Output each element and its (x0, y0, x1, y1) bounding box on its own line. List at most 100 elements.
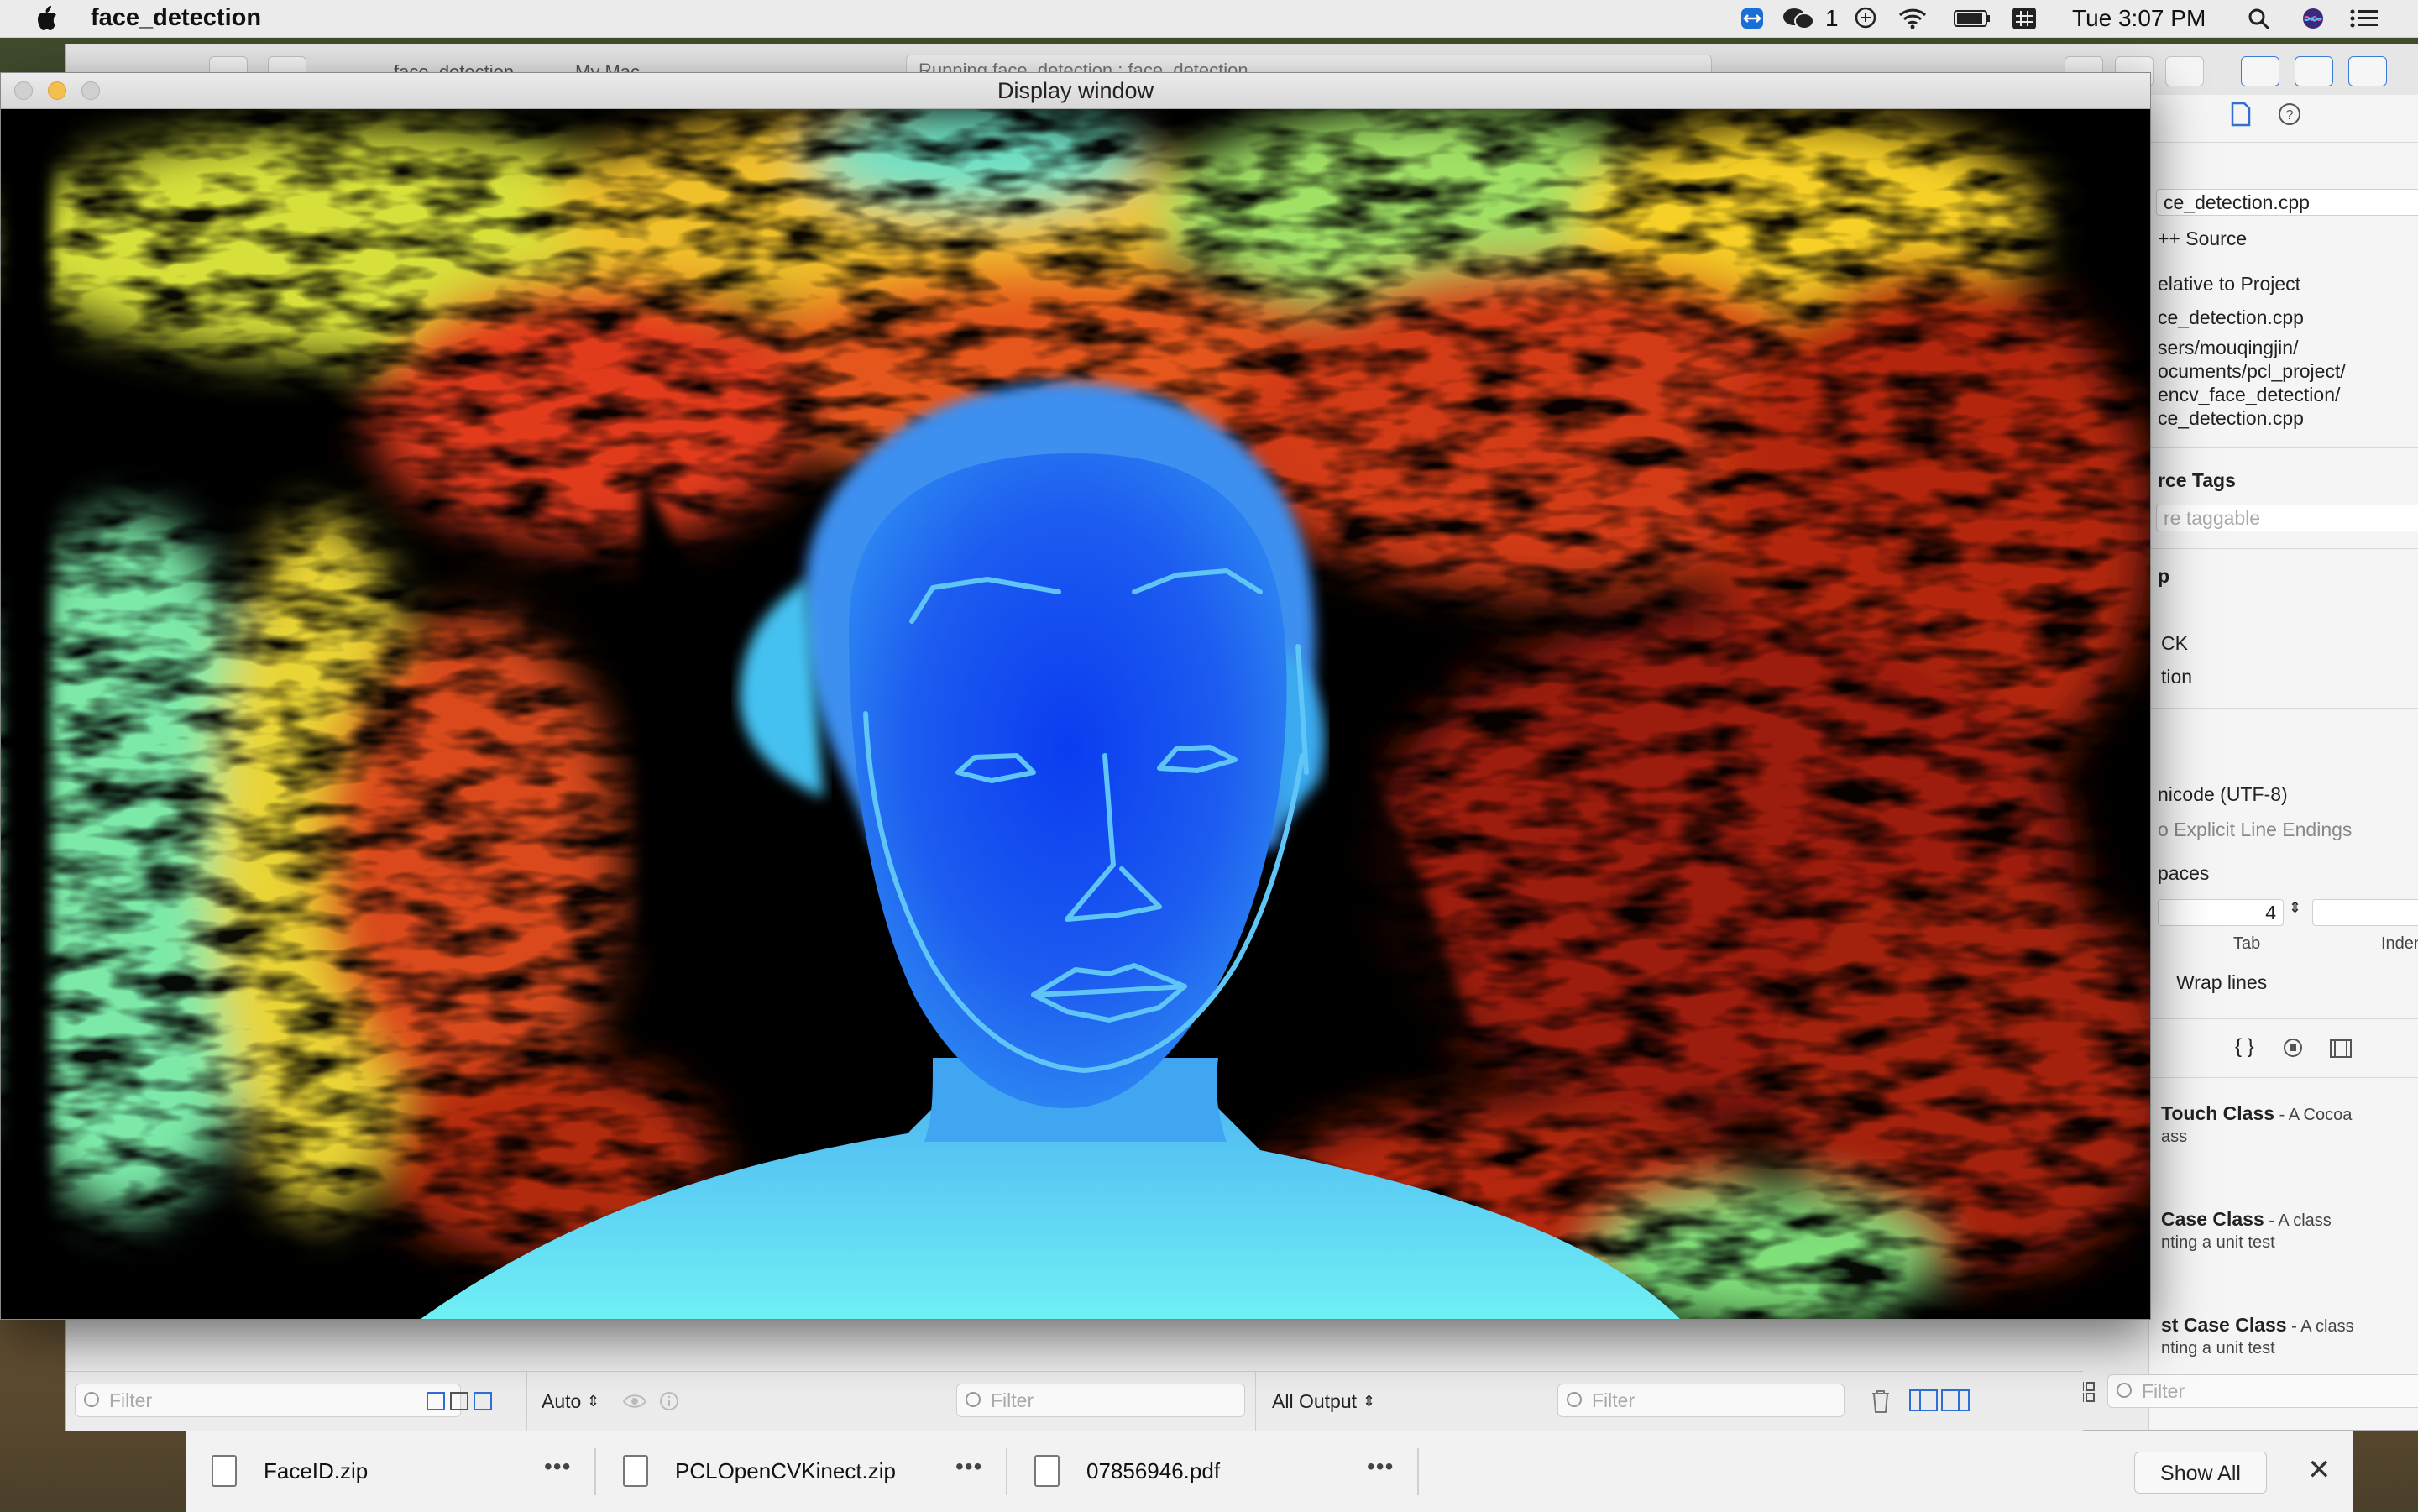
template-item[interactable]: Touch Class - A Cocoa ass (2149, 1102, 2418, 1195)
trash-icon[interactable] (1870, 1389, 1892, 1414)
library-filter-placeholder: Filter (2142, 1380, 2185, 1402)
wifi-icon[interactable] (1897, 7, 1928, 30)
download-name: 07856946.pdf (1086, 1458, 1221, 1483)
path-line-3: encv_face_detection/ (2158, 384, 2341, 405)
output-select[interactable]: All Output (1272, 1390, 1357, 1413)
file-type-value: ++ Source (2158, 228, 2248, 249)
eye-icon[interactable] (622, 1393, 647, 1410)
indent-using-select[interactable]: paces (2158, 862, 2209, 885)
toggle-navigator-button[interactable] (2241, 56, 2279, 86)
show-all-button[interactable]: Show All (2134, 1452, 2267, 1494)
tab-width-field[interactable]: 4 (2158, 899, 2284, 926)
object-library-icon[interactable] (2282, 1037, 2304, 1059)
console-filter-input[interactable]: Filter (1557, 1384, 1845, 1417)
scope-updown-icon: ⇕ (587, 1393, 600, 1410)
download-name: FaceID.zip (264, 1458, 369, 1483)
pdf-file-icon (1034, 1455, 1060, 1487)
teamviewer-icon[interactable] (1740, 7, 1765, 30)
debug-bar: Filter Auto ⇕ Filter All Output ⇕ Filter (66, 1371, 2083, 1431)
path-line-2: ocuments/pcl_project/ (2158, 360, 2346, 382)
media-library-icon[interactable] (2329, 1039, 2353, 1059)
file-inspector-icon[interactable] (2230, 102, 2252, 127)
filter-icon (1567, 1392, 1582, 1407)
display-window-title: Display window (997, 78, 1154, 103)
apple-icon[interactable] (34, 3, 59, 34)
source-tags-header: rce Tags (2158, 469, 2236, 491)
downloads-shelf: FaceID.zip ••• PCLOpenCVKinect.zip ••• 0… (186, 1431, 2353, 1512)
template-desc-2: nting a unit test (2161, 1233, 2275, 1252)
encoding-select[interactable]: nicode (UTF-8) (2158, 783, 2288, 806)
library-filter-input[interactable]: Filter (2107, 1374, 2418, 1408)
tab-stepper-icon[interactable]: ⇕ (2289, 899, 2301, 917)
template-title: Case Class (2161, 1208, 2264, 1230)
download-more-button[interactable]: ••• (955, 1453, 982, 1480)
wechat-icon[interactable] (1782, 7, 1815, 30)
template-desc: - A Cocoa (2274, 1106, 2353, 1124)
toggle-debug-button[interactable] (2295, 56, 2333, 86)
siri-icon[interactable] (2300, 7, 2326, 30)
output-updown-icon: ⇕ (1363, 1393, 1376, 1410)
file-name-field[interactable]: ce_detection.cpp (2156, 189, 2418, 216)
depth-map-render (1, 109, 2150, 1319)
file-type-select[interactable]: ++ Source (2158, 228, 2418, 250)
indent-using-value: paces (2158, 862, 2210, 884)
download-more-button[interactable]: ••• (1367, 1453, 1394, 1480)
chat-icon[interactable] (1854, 7, 1879, 30)
template-item[interactable]: Case Class - A class nting a unit test (2149, 1208, 2418, 1300)
filter-icon (84, 1392, 99, 1407)
option-1[interactable]: CK (2161, 632, 2188, 655)
indent-width-field[interactable]: 4 (2312, 899, 2418, 926)
download-name: PCLOpenCVKinect.zip (675, 1458, 897, 1483)
menubar-clock[interactable]: Tue 3:07 PM (2072, 5, 2206, 32)
template-desc: - A class (2264, 1211, 2332, 1230)
template-title: Touch Class (2161, 1102, 2275, 1124)
variables-filter-input[interactable]: Filter (956, 1384, 1245, 1417)
indent-label: Indent (2381, 934, 2418, 953)
code-snippet-icon[interactable]: { } (2235, 1035, 2254, 1059)
location-select[interactable]: elative to Project (2158, 273, 2300, 296)
scope-icons[interactable] (426, 1390, 493, 1412)
path-line-4: ce_detection.cpp (2158, 407, 2304, 429)
full-path-name: ce_detection.cpp (2158, 306, 2304, 328)
line-endings-value: o Explicit Line Endings (2158, 819, 2353, 840)
template-title: st Case Class (2161, 1314, 2287, 1336)
path-line-1: sers/mouqingjin/ (2158, 337, 2299, 358)
display-window-titlebar[interactable]: Display window (1, 73, 2150, 109)
menu-list-icon[interactable] (2349, 7, 2379, 30)
group-header: p (2158, 565, 2170, 587)
help-icon[interactable]: ? (2277, 102, 2302, 127)
split-view-icons[interactable] (1908, 1389, 1972, 1412)
wrap-lines-checkbox[interactable]: Wrap lines (2176, 971, 2267, 994)
template-desc-2: ass (2161, 1127, 2188, 1146)
download-item[interactable]: PCLOpenCVKinect.zip ••• (598, 1431, 1006, 1512)
battery-icon[interactable] (1953, 7, 1991, 30)
line-endings-select[interactable]: o Explicit Line Endings (2158, 819, 2352, 841)
file-inspector: ? ce_detection.cpp ++ Source ⇕ elative t… (2075, 95, 2418, 1430)
zip-file-icon (212, 1455, 237, 1487)
close-shelf-button[interactable]: ✕ (2307, 1453, 2332, 1487)
variables-scope-select[interactable]: Auto (542, 1390, 581, 1413)
download-more-button[interactable]: ••• (544, 1453, 571, 1480)
variables-filter-placeholder: Filter (991, 1389, 1034, 1411)
download-item[interactable]: 07856946.pdf ••• (1009, 1431, 1417, 1512)
depth-map-image (1, 109, 2150, 1319)
tags-field[interactable]: re taggable (2156, 505, 2418, 531)
navigator-filter-input[interactable]: Filter (75, 1384, 461, 1417)
info-icon[interactable] (659, 1391, 679, 1411)
option-2[interactable]: tion (2161, 666, 2192, 688)
template-desc-2: nting a unit test (2161, 1339, 2275, 1358)
console-filter-placeholder: Filter (1592, 1389, 1636, 1411)
menu-bar: face_detection 1 Tue 3:07 PM (0, 0, 2418, 38)
svg-text:?: ? (2286, 108, 2294, 123)
tab-width-value: 4 (2265, 902, 2276, 923)
editor-version-button[interactable] (2165, 56, 2204, 86)
filter-icon (966, 1392, 981, 1407)
download-item[interactable]: FaceID.zip ••• (186, 1431, 594, 1512)
template-desc: - A class (2286, 1317, 2354, 1336)
app-menu-name[interactable]: face_detection (91, 4, 261, 32)
toggle-inspector-button[interactable] (2348, 56, 2387, 86)
template-item[interactable]: st Case Class - A class nting a unit tes… (2149, 1314, 2418, 1381)
navigator-filter-placeholder: Filter (109, 1389, 153, 1411)
search-icon[interactable] (2247, 7, 2272, 30)
hashtag-icon[interactable] (2012, 7, 2037, 30)
